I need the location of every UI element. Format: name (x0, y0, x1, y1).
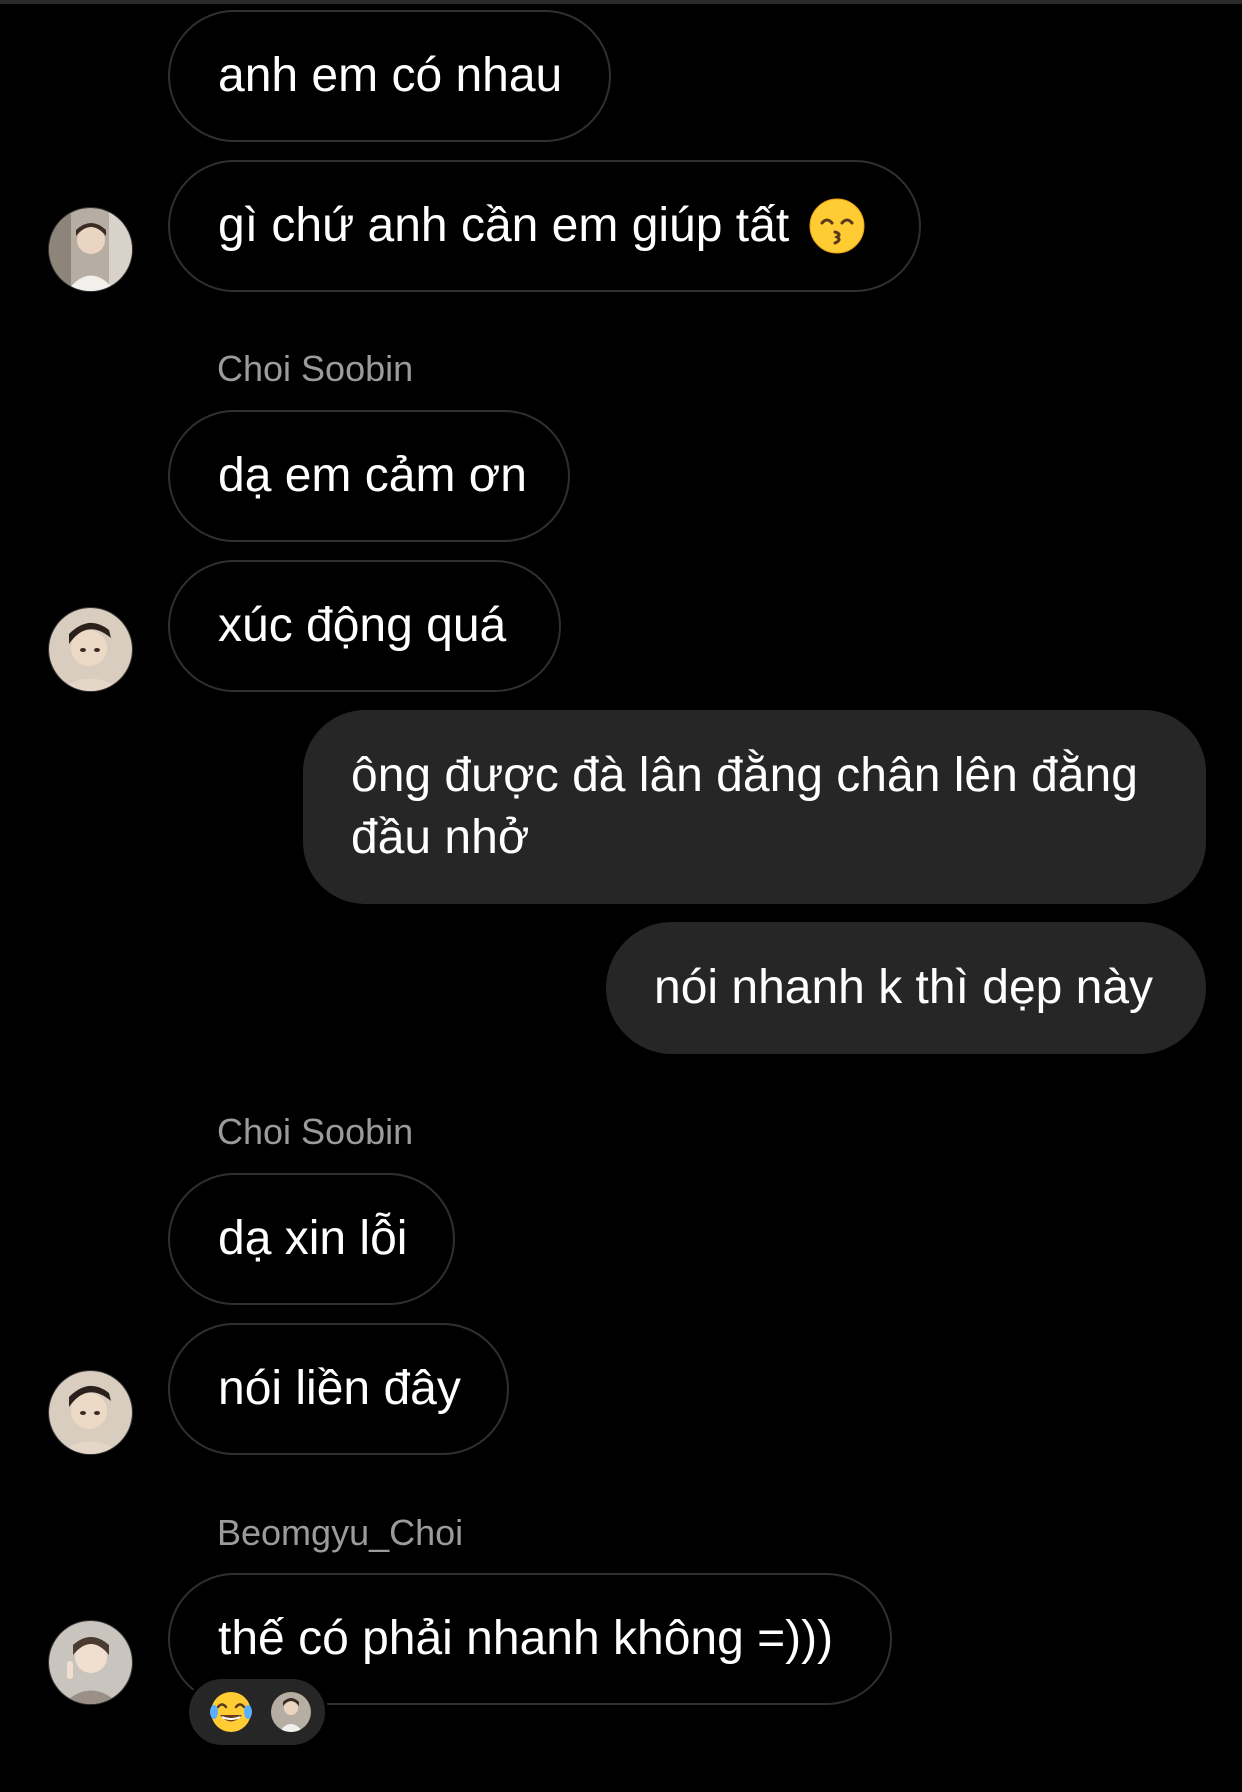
sender-avatar[interactable] (48, 607, 133, 692)
message-text: dạ em cảm ơn (218, 449, 527, 502)
incoming-message-bubble[interactable]: xúc động quá (168, 560, 561, 692)
reactor-avatar (271, 1692, 311, 1732)
top-divider (0, 0, 1242, 4)
kissing-smiling-eyes-emoji-icon (809, 198, 865, 254)
incoming-message-bubble[interactable]: dạ xin lỗi (168, 1173, 455, 1305)
sender-name: Choi Soobin (217, 348, 414, 389)
outgoing-message-bubble[interactable]: nói nhanh k thì dẹp này (606, 922, 1206, 1054)
sender-name: Beomgyu_Choi (217, 1512, 464, 1553)
incoming-message-bubble[interactable]: nói liền đây (168, 1323, 509, 1455)
avatar-photo-icon (49, 608, 132, 691)
message-text: nói nhanh k thì dẹp này (654, 961, 1154, 1014)
message-reactions[interactable] (186, 1676, 328, 1748)
outgoing-message-bubble[interactable]: ông được đà lân đằng chân lên đằng đầu n… (303, 710, 1206, 904)
sender-name: Choi Soobin (217, 1111, 414, 1152)
face-with-tears-of-joy-emoji-icon (210, 1692, 252, 1732)
incoming-message-bubble[interactable]: dạ em cảm ơn (168, 410, 570, 542)
avatar-photo-icon (49, 1621, 132, 1704)
message-text: anh em có nhau (218, 49, 563, 102)
sender-avatar[interactable] (48, 1370, 133, 1455)
avatar-photo-icon (49, 208, 132, 291)
message-text: thế có phải nhanh không =))) (218, 1612, 834, 1665)
message-text: nói liền đây (218, 1362, 461, 1415)
incoming-message-bubble[interactable]: anh em có nhau (168, 10, 611, 142)
avatar-photo-icon (49, 1371, 132, 1454)
incoming-message-bubble[interactable]: gì chứ anh cần em giúp tất (168, 160, 921, 292)
message-text: ông được đà lân đằng chân lên đằng đầu n… (351, 749, 1138, 864)
sender-avatar[interactable] (48, 207, 133, 292)
message-text: gì chứ anh cần em giúp tất (218, 199, 790, 252)
avatar-photo-icon (271, 1692, 311, 1732)
message-text: xúc động quá (218, 599, 507, 652)
message-text: dạ xin lỗi (218, 1212, 408, 1265)
sender-avatar[interactable] (48, 1620, 133, 1705)
